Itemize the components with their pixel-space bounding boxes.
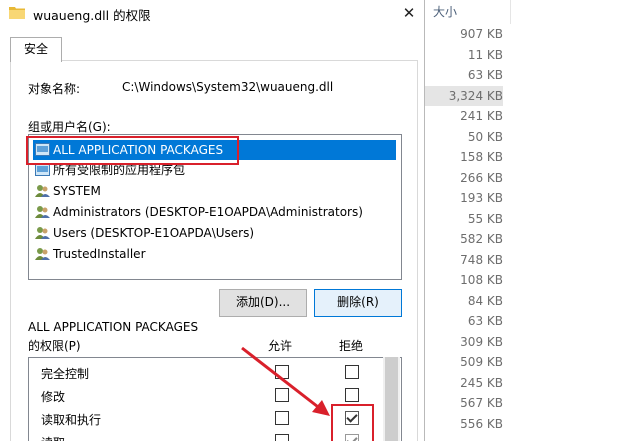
permission-label: 读取和执行 [41,413,102,427]
file-size-cell: 748 KB [460,252,503,267]
list-item-label: SYSTEM [53,184,101,198]
list-item-label: 所有受限制的应用程序包 [53,163,186,177]
list-item[interactable]: TrustedInstaller [33,244,146,264]
deny-checkbox[interactable] [345,365,359,379]
allow-checkbox[interactable] [275,434,289,441]
annotation-highlight-box [331,404,374,441]
permissions-dialog: wuaueng.dll 的权限 ✕ 安全 对象名称: C:\Windows\Sy… [0,0,425,441]
list-item-label: Users (DESKTOP-E1OAPDA\Users) [53,226,255,240]
file-size-cell: 11 KB [467,47,503,62]
folder-icon [9,7,25,19]
file-size-cell: 241 KB [460,109,503,123]
permission-label: 完全控制 [41,367,90,381]
file-size-cell: 245 KB [460,375,503,390]
permissions-subtitle: 的权限(P) [28,339,81,353]
file-size-cell: 50 KB [467,129,503,144]
file-size-cell: 266 KB [460,170,503,185]
permissions-scrollbar[interactable] [383,357,400,441]
file-size-cell: 567 KB [460,396,503,410]
window-title: wuaueng.dll 的权限 [33,8,151,23]
deny-header: 拒绝 [339,339,364,353]
list-item-label: Administrators (DESKTOP-E1OAPDA\Administ… [53,205,363,219]
groups-label: 组或用户名(G): [28,120,111,134]
size-column-header[interactable]: 大小 [433,3,457,20]
remove-button[interactable]: 删除(R) [314,289,402,317]
permission-label: 读取 [41,434,65,441]
annotation-arrow-icon [241,346,330,416]
file-size-cell: 556 KB [460,416,503,431]
deny-checkbox[interactable] [345,388,359,402]
file-size-cell: 108 KB [460,273,503,287]
object-name-label: 对象名称: [28,82,81,96]
file-size-cell: 55 KB [467,211,503,226]
users-icon [35,206,50,218]
permissions-title: ALL APPLICATION PACKAGES [28,320,199,334]
file-size-cell: 907 KB [460,27,503,41]
list-item-label: TrustedInstaller [53,247,146,261]
file-size-cell: 3,324 KB [425,85,503,106]
list-item[interactable]: Users (DESKTOP-E1OAPDA\Users) [33,223,254,243]
close-button[interactable]: ✕ [396,2,422,24]
file-size-cell: 309 KB [460,334,503,349]
file-size-cell: 158 KB [460,150,503,164]
users-icon [35,248,50,260]
list-item[interactable]: SYSTEM [33,181,101,201]
add-button[interactable]: 添加(D)... [219,289,307,317]
column-divider[interactable] [510,0,511,24]
list-item[interactable]: Administrators (DESKTOP-E1OAPDA\Administ… [33,202,363,222]
file-size-cell: 63 KB [467,68,503,82]
annotation-highlight-box [26,136,239,165]
scrollbar-thumb[interactable] [385,357,398,441]
users-icon [35,185,50,197]
file-size-cell: 193 KB [460,191,503,205]
permission-label: 修改 [41,390,66,404]
tab-security[interactable]: 安全 [10,37,62,62]
file-size-cell: 63 KB [467,314,503,328]
file-size-cell: 84 KB [467,293,503,308]
file-size-cell: 582 KB [460,232,503,246]
object-name-value: C:\Windows\System32\wuaueng.dll [122,80,334,94]
file-size-cell: 509 KB [460,355,503,369]
title-bar[interactable]: wuaueng.dll 的权限 ✕ [0,0,424,26]
users-icon [35,227,50,239]
